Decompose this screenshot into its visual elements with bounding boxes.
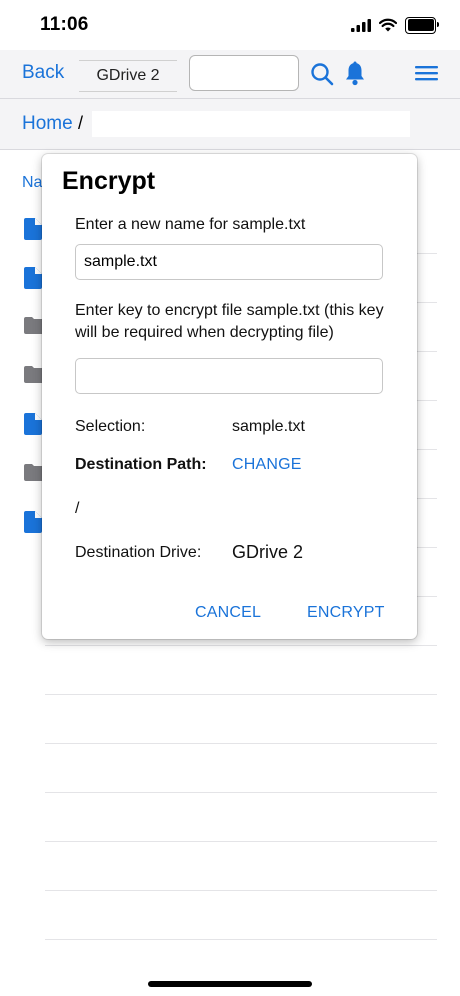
breadcrumb-path-area: [92, 111, 410, 137]
search-icon[interactable]: [310, 62, 334, 86]
destination-path-label: Destination Path:: [75, 456, 207, 473]
home-indicator[interactable]: [148, 981, 312, 987]
file-icon[interactable]: [24, 511, 42, 533]
rename-prompt: Enter a new name for sample.txt: [75, 216, 306, 233]
row-divider: [45, 890, 437, 891]
dialog-title: Encrypt: [62, 167, 156, 195]
breadcrumb-separator: /: [78, 113, 84, 133]
encrypt-button[interactable]: ENCRYPT: [307, 604, 385, 622]
column-header-name[interactable]: Na: [22, 174, 42, 192]
wifi-icon: [379, 18, 397, 32]
row-divider: [45, 694, 437, 695]
new-name-input[interactable]: [75, 244, 383, 280]
file-icon[interactable]: [24, 267, 42, 289]
destination-drive-value: GDrive 2: [232, 542, 304, 562]
status-bar: 11:06: [0, 0, 460, 50]
row-divider: [45, 792, 437, 793]
destination-drive-label: Destination Drive:: [75, 544, 202, 561]
row-divider: [45, 645, 437, 646]
cancel-button[interactable]: CANCEL: [195, 604, 261, 622]
row-divider: [45, 939, 437, 940]
row-divider: [45, 841, 437, 842]
key-prompt: Enter key to encrypt file sample.txt (th…: [75, 302, 384, 341]
signal-icon: [351, 18, 371, 32]
status-time: 11:06: [40, 14, 89, 35]
selection-value: sample.txt: [232, 418, 305, 435]
breadcrumb-home[interactable]: Home: [22, 113, 73, 135]
destination-path-value: /: [75, 500, 80, 517]
top-toolbar: Back GDrive 2: [0, 50, 460, 99]
selection-label: Selection:: [75, 418, 146, 435]
file-icon[interactable]: [24, 218, 42, 240]
row-divider: [45, 743, 437, 744]
encryption-key-input[interactable]: [75, 358, 383, 394]
change-destination-button[interactable]: CHANGE: [232, 454, 302, 476]
search-input[interactable]: [189, 55, 299, 91]
menu-icon[interactable]: [415, 65, 438, 82]
bell-icon[interactable]: [344, 61, 366, 86]
battery-icon: [405, 16, 439, 34]
file-icon[interactable]: [24, 413, 42, 435]
back-button[interactable]: Back: [22, 62, 64, 84]
drive-selector-button[interactable]: GDrive 2: [79, 60, 177, 92]
encrypt-dialog: Encrypt Enter a new name for sample.txt …: [42, 154, 417, 639]
breadcrumb: Home /: [0, 99, 460, 150]
status-icons: [351, 15, 439, 35]
